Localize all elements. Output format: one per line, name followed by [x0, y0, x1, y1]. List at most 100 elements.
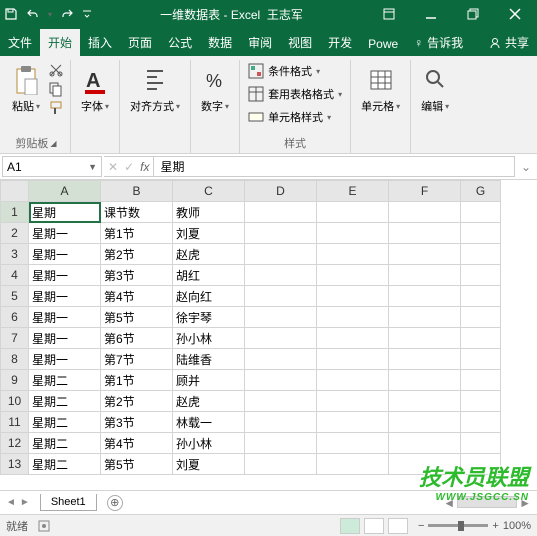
tab-layout[interactable]: 页面	[120, 29, 160, 56]
cell-B2[interactable]: 第1节	[101, 223, 173, 244]
cell-G4[interactable]	[461, 265, 501, 286]
tab-home[interactable]: 开始	[40, 29, 80, 56]
cell-B8[interactable]: 第7节	[101, 349, 173, 370]
view-normal-button[interactable]	[340, 518, 360, 534]
cell-D8[interactable]	[245, 349, 317, 370]
cell-B9[interactable]: 第1节	[101, 370, 173, 391]
tab-insert[interactable]: 插入	[80, 29, 120, 56]
cell-B12[interactable]: 第4节	[101, 433, 173, 454]
sheet-tab-sheet1[interactable]: Sheet1	[40, 494, 97, 511]
close-icon[interactable]	[497, 2, 533, 26]
undo-icon[interactable]	[26, 7, 40, 21]
cell-E7[interactable]	[317, 328, 389, 349]
redo-icon[interactable]	[60, 7, 74, 21]
cell-E2[interactable]	[317, 223, 389, 244]
cell-C10[interactable]: 赵虎	[173, 391, 245, 412]
row-header-12[interactable]: 12	[1, 433, 29, 454]
cell-C5[interactable]: 赵向红	[173, 286, 245, 307]
cell-C12[interactable]: 孙小林	[173, 433, 245, 454]
select-all-corner[interactable]	[1, 181, 29, 202]
cell-A5[interactable]: 星期一	[29, 286, 101, 307]
row-header-8[interactable]: 8	[1, 349, 29, 370]
cell-D6[interactable]	[245, 307, 317, 328]
cell-B10[interactable]: 第2节	[101, 391, 173, 412]
cell-E8[interactable]	[317, 349, 389, 370]
cell-E10[interactable]	[317, 391, 389, 412]
cell-A12[interactable]: 星期二	[29, 433, 101, 454]
cell-C11[interactable]: 林载一	[173, 412, 245, 433]
cell-D3[interactable]	[245, 244, 317, 265]
cell-style-button[interactable]: 单元格样式▾	[246, 108, 344, 126]
fx-icon[interactable]: fx	[140, 160, 149, 174]
tab-formulas[interactable]: 公式	[160, 29, 200, 56]
col-header-F[interactable]: F	[389, 181, 461, 202]
cell-F12[interactable]	[389, 433, 461, 454]
cell-A3[interactable]: 星期一	[29, 244, 101, 265]
zoom-level[interactable]: 100%	[503, 520, 531, 532]
cell-F11[interactable]	[389, 412, 461, 433]
cell-F8[interactable]	[389, 349, 461, 370]
cell-D2[interactable]	[245, 223, 317, 244]
undo-dropdown-icon[interactable]: ▾	[48, 10, 52, 19]
cell-E13[interactable]	[317, 454, 389, 475]
cell-A11[interactable]: 星期二	[29, 412, 101, 433]
cell-E9[interactable]	[317, 370, 389, 391]
cell-D5[interactable]	[245, 286, 317, 307]
sheet-prev-icon[interactable]: ◄	[6, 497, 16, 508]
cell-E5[interactable]	[317, 286, 389, 307]
row-header-1[interactable]: 1	[1, 202, 29, 223]
cell-F1[interactable]	[389, 202, 461, 223]
cell-D13[interactable]	[245, 454, 317, 475]
tab-review[interactable]: 审阅	[240, 29, 280, 56]
row-header-7[interactable]: 7	[1, 328, 29, 349]
cell-B3[interactable]: 第2节	[101, 244, 173, 265]
horizontal-scrollbar[interactable]	[457, 496, 517, 508]
clipboard-launcher-icon[interactable]: ◢	[50, 139, 56, 148]
ribbon-options-icon[interactable]	[371, 2, 407, 26]
paste-button[interactable]: 粘贴▾	[8, 62, 44, 117]
alignment-button[interactable]: 对齐方式▾	[126, 62, 184, 117]
cell-E6[interactable]	[317, 307, 389, 328]
cell-E11[interactable]	[317, 412, 389, 433]
cell-B7[interactable]: 第6节	[101, 328, 173, 349]
cell-D9[interactable]	[245, 370, 317, 391]
editing-button[interactable]: 编辑▾	[417, 62, 453, 117]
accept-formula-icon[interactable]: ✓	[124, 160, 134, 174]
cut-icon[interactable]	[48, 62, 64, 78]
cell-D10[interactable]	[245, 391, 317, 412]
col-header-D[interactable]: D	[245, 181, 317, 202]
chevron-down-icon[interactable]: ▼	[88, 162, 97, 172]
cell-F4[interactable]	[389, 265, 461, 286]
cell-C8[interactable]: 陆维香	[173, 349, 245, 370]
row-header-13[interactable]: 13	[1, 454, 29, 475]
cell-F9[interactable]	[389, 370, 461, 391]
cell-G9[interactable]	[461, 370, 501, 391]
cell-A4[interactable]: 星期一	[29, 265, 101, 286]
cell-C13[interactable]: 刘夏	[173, 454, 245, 475]
cell-D4[interactable]	[245, 265, 317, 286]
number-button[interactable]: % 数字▾	[197, 62, 233, 117]
copy-icon[interactable]	[48, 81, 64, 97]
formula-input[interactable]: 星期	[154, 156, 515, 177]
view-page-break-button[interactable]	[388, 518, 408, 534]
add-sheet-button[interactable]: ⊕	[107, 495, 123, 511]
cell-G5[interactable]	[461, 286, 501, 307]
cell-G10[interactable]	[461, 391, 501, 412]
cell-D11[interactable]	[245, 412, 317, 433]
zoom-in-icon[interactable]: +	[492, 520, 498, 532]
tab-developer[interactable]: 开发	[320, 29, 360, 56]
cell-G12[interactable]	[461, 433, 501, 454]
cell-D7[interactable]	[245, 328, 317, 349]
col-header-B[interactable]: B	[101, 181, 173, 202]
cell-D1[interactable]	[245, 202, 317, 223]
cell-A13[interactable]: 星期二	[29, 454, 101, 475]
col-header-G[interactable]: G	[461, 181, 501, 202]
minimize-icon[interactable]	[413, 2, 449, 26]
cell-F5[interactable]	[389, 286, 461, 307]
share-button[interactable]: 共享	[481, 29, 537, 56]
tab-view[interactable]: 视图	[280, 29, 320, 56]
cell-B6[interactable]: 第5节	[101, 307, 173, 328]
cancel-formula-icon[interactable]: ✕	[108, 160, 118, 174]
cell-B1[interactable]: 课节数	[101, 202, 173, 223]
tab-file[interactable]: 文件	[0, 29, 40, 56]
